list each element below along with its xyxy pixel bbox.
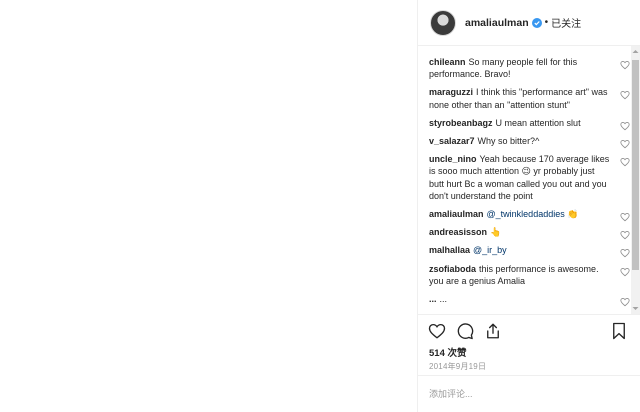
comment-like-heart-icon[interactable]	[620, 248, 630, 258]
heart-icon[interactable]	[428, 322, 446, 340]
scrollbar-thumb[interactable]	[632, 60, 639, 270]
comment-item: malhallaa @_ir_by	[418, 244, 634, 258]
comments-scrollbar[interactable]	[631, 46, 640, 314]
comment-text: 👏	[564, 209, 579, 220]
comment-icon[interactable]	[456, 322, 474, 340]
comment-like-heart-icon[interactable]	[620, 139, 630, 149]
comment-username[interactable]: ...	[429, 294, 437, 304]
comment-text: ...	[439, 294, 448, 305]
comment-like-heart-icon[interactable]	[620, 60, 630, 70]
verified-badge-icon	[531, 17, 542, 28]
comment-username[interactable]: amaliaulman	[429, 209, 484, 219]
comment-like-heart-icon[interactable]	[620, 297, 630, 307]
following-button[interactable]: 已关注	[551, 15, 581, 30]
comment-username[interactable]: chileann	[429, 57, 466, 67]
comment-like-heart-icon[interactable]	[620, 157, 630, 167]
comment-item: zsofiaboda this performance is awesome. y…	[418, 263, 634, 287]
add-comment-bar	[418, 375, 640, 412]
comment-mention[interactable]: @_twinkleddaddies	[487, 209, 565, 219]
comment-item: andreasisson 👆	[418, 226, 634, 240]
comment-username[interactable]: v_salazar7	[429, 136, 475, 146]
post-image-area	[0, 0, 417, 412]
comment-like-heart-icon[interactable]	[620, 230, 630, 240]
separator-dot: •	[544, 17, 549, 28]
comment-like-heart-icon[interactable]	[620, 90, 630, 100]
avatar[interactable]	[430, 9, 456, 36]
comment-username[interactable]: zsofiaboda	[429, 264, 476, 274]
scroll-down-icon[interactable]	[631, 306, 640, 312]
like-count[interactable]: 514 次赞	[429, 345, 467, 359]
comment-item: v_salazar7 Why so bitter?^	[418, 135, 634, 149]
comment-text: Why so bitter?^	[477, 136, 540, 147]
comment-text: U mean attention slut	[495, 117, 581, 128]
comment-username[interactable]: andreasisson	[429, 227, 487, 237]
comment-item: chileann So many people fell for this per…	[418, 56, 634, 80]
post-sidebar: amaliaulman • 已关注 chileann So many people…	[417, 0, 640, 412]
comment-mention[interactable]: @_ir_by	[473, 245, 507, 255]
comment-list: chileann So many people fell for this per…	[418, 56, 634, 312]
comment-username[interactable]: maraguzzi	[429, 87, 473, 97]
share-icon[interactable]	[484, 322, 502, 340]
scroll-up-icon[interactable]	[631, 48, 640, 54]
post-date[interactable]: 2014年9月19日	[429, 361, 486, 372]
comment-item: amaliaulman @_twinkleddaddies 👏	[418, 208, 634, 222]
comment-username[interactable]: uncle_nino	[429, 154, 477, 164]
comment-like-heart-icon[interactable]	[620, 267, 630, 277]
action-buttons	[428, 322, 502, 340]
comment-like-heart-icon[interactable]	[620, 121, 630, 131]
comment-item: maraguzzi I think this "performance art" …	[418, 86, 634, 110]
bookmark-icon[interactable]	[611, 322, 627, 340]
comment-like-heart-icon[interactable]	[620, 212, 630, 222]
header-username[interactable]: amaliaulman	[465, 17, 529, 29]
comment-item: uncle_nino Yeah because 170 average likes…	[418, 153, 634, 202]
post-actions: 514 次赞 2014年9月19日	[418, 314, 640, 412]
comment-item: styrobeanbagz U mean attention slut	[418, 117, 634, 131]
comment-item: ......	[418, 293, 634, 307]
post-header: amaliaulman • 已关注	[418, 0, 640, 46]
add-comment-input[interactable]	[429, 386, 619, 402]
comment-username[interactable]: malhallaa	[429, 245, 470, 255]
comment-text: 👆	[490, 227, 502, 238]
comment-username[interactable]: styrobeanbagz	[429, 118, 493, 128]
